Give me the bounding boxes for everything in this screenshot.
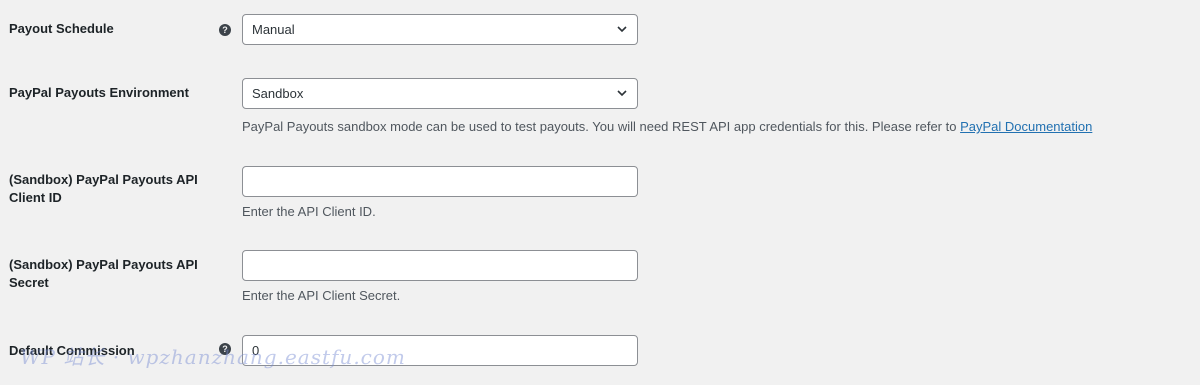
- help-icon[interactable]: ?: [219, 24, 231, 36]
- paypal-environment-label: PayPal Payouts Environment: [9, 85, 189, 100]
- paypal-environment-description: PayPal Payouts sandbox mode can be used …: [242, 119, 1092, 135]
- client-secret-input[interactable]: [242, 250, 638, 281]
- chevron-down-icon: [617, 26, 627, 33]
- client-id-input[interactable]: [242, 166, 638, 197]
- paypal-documentation-link[interactable]: PayPal Documentation: [960, 119, 1092, 134]
- payout-schedule-label: Payout Schedule: [9, 21, 114, 36]
- client-id-label: (Sandbox) PayPal Payouts API Client ID: [9, 172, 198, 205]
- paypal-environment-value: Sandbox: [252, 86, 304, 101]
- watermark: WP 站长 · wpzhanzhang.eastfu.com: [20, 345, 406, 369]
- client-id-description: Enter the API Client ID.: [242, 204, 376, 219]
- paypal-environment-select[interactable]: Sandbox: [242, 78, 638, 109]
- chevron-down-icon: [617, 90, 627, 97]
- client-secret-description: Enter the API Client Secret.: [242, 288, 401, 303]
- payout-schedule-select[interactable]: Manual: [242, 14, 638, 45]
- paypal-environment-description-text: PayPal Payouts sandbox mode can be used …: [242, 119, 957, 134]
- client-secret-label: (Sandbox) PayPal Payouts API Secret: [9, 257, 198, 290]
- payout-schedule-value: Manual: [252, 22, 295, 37]
